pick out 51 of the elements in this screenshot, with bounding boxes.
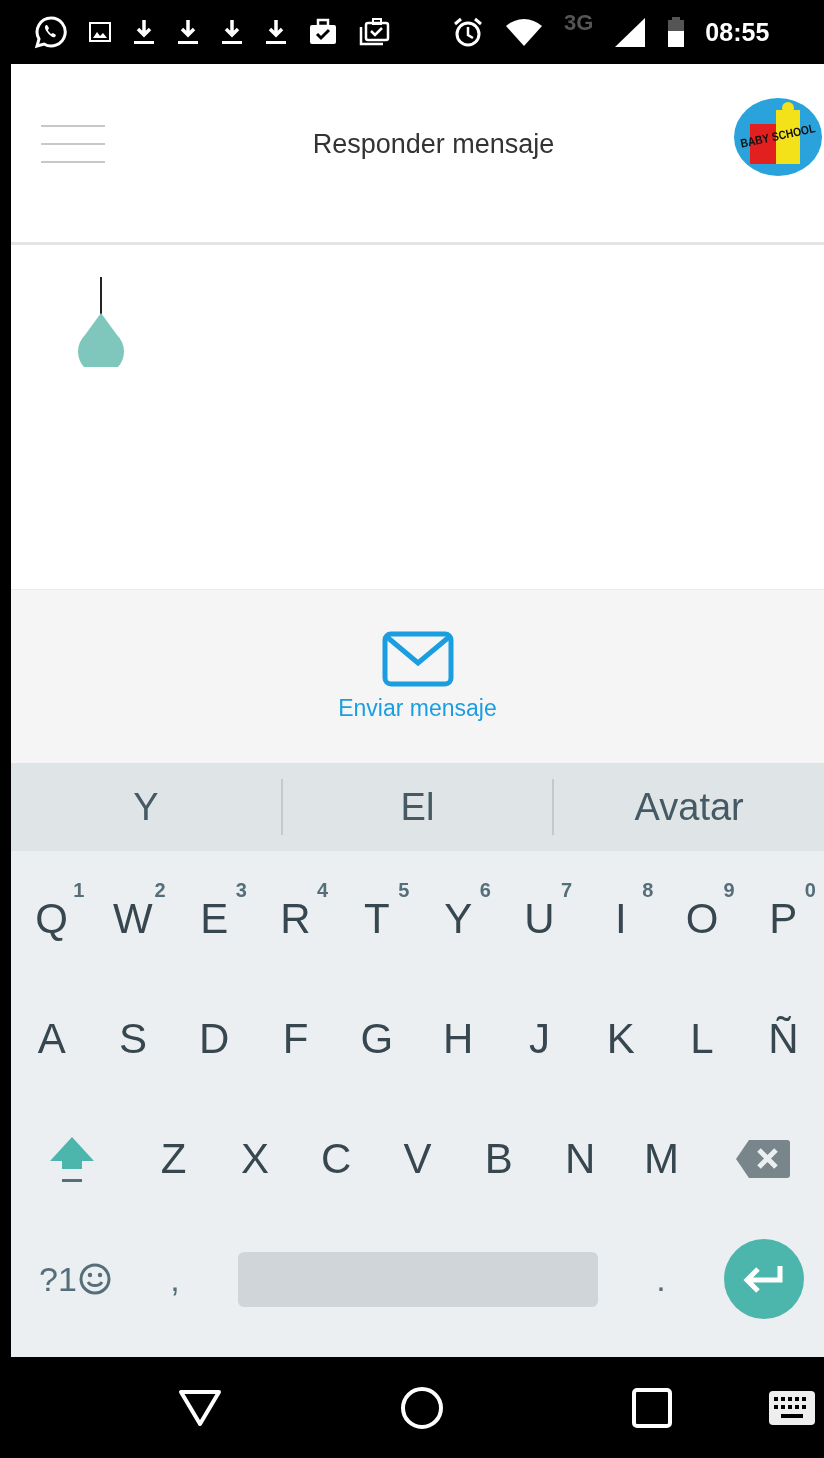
letter-key[interactable]: M <box>620 1099 703 1219</box>
home-icon[interactable] <box>400 1385 444 1430</box>
letter-key[interactable]: Ñ <box>742 979 824 1099</box>
back-icon[interactable] <box>178 1388 222 1427</box>
network-type: 3G <box>564 10 594 36</box>
letter-key[interactable]: B <box>458 1099 540 1219</box>
word-suggestion[interactable]: El <box>282 763 553 851</box>
download-icon <box>132 18 156 46</box>
space-bar[interactable] <box>237 1251 598 1307</box>
letter-key[interactable]: X <box>214 1099 296 1219</box>
chat-bubble-icon <box>34 15 68 49</box>
briefcase-stack-icon <box>358 17 390 47</box>
keyboard-icon[interactable] <box>769 1390 815 1425</box>
download-icon <box>264 18 288 46</box>
alarm-clock-icon <box>452 16 484 48</box>
envelope-icon <box>381 631 454 687</box>
period-key[interactable]: . <box>630 1259 691 1299</box>
image-icon <box>88 20 112 44</box>
recents-icon[interactable] <box>632 1387 672 1428</box>
download-icon <box>220 18 244 46</box>
comma-key[interactable]: , <box>144 1259 205 1299</box>
emoji-icon <box>77 1262 112 1296</box>
briefcase-check-icon <box>308 18 338 46</box>
letter-key[interactable]: G <box>336 979 418 1099</box>
text-caret <box>100 277 102 317</box>
screen-title: Responder mensaje <box>311 129 556 160</box>
letter-key[interactable]: Z <box>132 1099 215 1219</box>
return-arrow-icon <box>741 1264 786 1294</box>
letter-key[interactable]: C <box>295 1099 377 1219</box>
signal-icon <box>613 16 648 48</box>
symbols-key[interactable]: ?1 <box>39 1259 112 1299</box>
letter-key[interactable]: A <box>11 979 93 1099</box>
letter-key[interactable]: J <box>498 979 581 1099</box>
letter-key[interactable]: N <box>539 1099 621 1219</box>
letter-key[interactable]: D <box>173 979 255 1099</box>
download-icon <box>176 18 200 46</box>
letter-key[interactable]: V <box>376 1099 459 1219</box>
letter-key[interactable]: K <box>580 979 662 1099</box>
letter-key[interactable]: H <box>417 979 499 1099</box>
menu-icon[interactable] <box>41 124 105 164</box>
school-logo[interactable]: BABY SCHOOL <box>732 96 824 178</box>
clock-time: 08:55 <box>705 17 770 47</box>
backspace-icon <box>735 1138 791 1180</box>
cursor-handle-icon[interactable] <box>77 313 125 367</box>
wifi-icon <box>504 17 544 47</box>
word-suggestion[interactable]: Avatar <box>554 763 824 851</box>
letter-key[interactable]: L <box>661 979 743 1099</box>
word-suggestion[interactable]: Y <box>11 763 281 851</box>
battery-icon <box>667 16 686 48</box>
letter-key[interactable]: F <box>254 979 337 1099</box>
letter-key[interactable]: S <box>92 979 174 1099</box>
